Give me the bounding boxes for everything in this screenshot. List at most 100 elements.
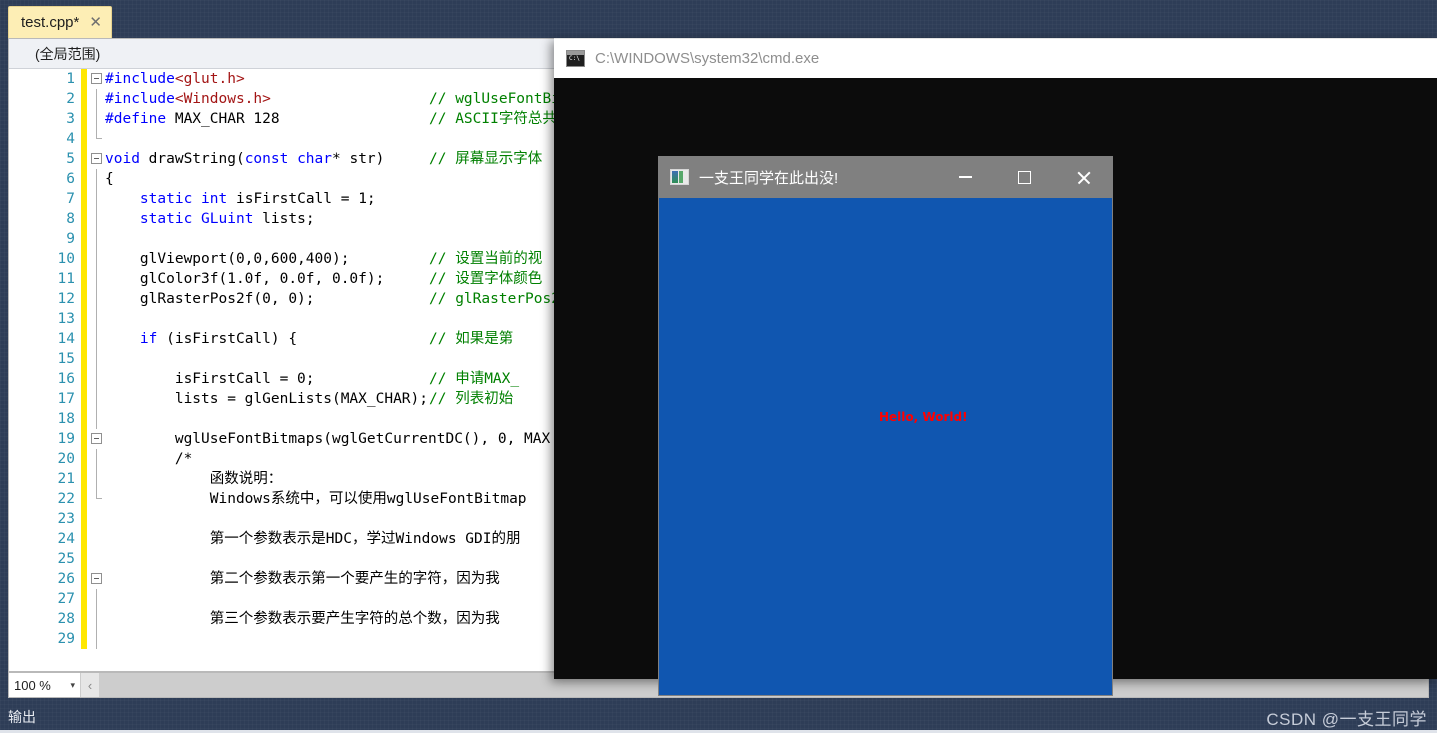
- fold-gutter: [89, 589, 105, 609]
- code-fold-line: [96, 289, 97, 309]
- line-number: 5: [66, 151, 75, 167]
- change-margin: [81, 209, 87, 229]
- code-comment: // 设置字体颜色: [429, 271, 543, 287]
- cmd-icon-glyph: C:\: [569, 55, 580, 62]
- close-icon[interactable]: ✕: [89, 15, 102, 30]
- fold-gutter: [89, 369, 105, 389]
- change-margin: [81, 629, 87, 649]
- hscroll-left-arrow-icon[interactable]: ‹: [81, 673, 99, 697]
- code-fold-line: [96, 209, 97, 229]
- code-fold-line: [96, 589, 97, 609]
- app-icon: [670, 169, 689, 185]
- collapse-toggle-icon[interactable]: [91, 573, 102, 584]
- collapse-toggle-icon[interactable]: [91, 153, 102, 164]
- code-fold-line-end: [96, 489, 102, 499]
- cmd-console-body[interactable]: 一支王同学在此出没! Hello, World!: [554, 78, 1437, 696]
- code-comment: // 如果是第: [429, 331, 514, 347]
- minimize-button[interactable]: [936, 156, 995, 198]
- code-text: #include<glut.h>: [105, 71, 245, 87]
- change-margin: [81, 149, 87, 169]
- fold-gutter: [89, 329, 105, 349]
- change-margin: [81, 129, 87, 149]
- change-margin: [81, 389, 87, 409]
- line-number: 2: [66, 91, 75, 107]
- glut-titlebar[interactable]: 一支王同学在此出没!: [658, 156, 1113, 198]
- code-fold-line: [96, 449, 97, 469]
- code-comment: // 设置当前的视: [429, 251, 543, 267]
- fold-gutter: [89, 289, 105, 309]
- line-number: 18: [57, 411, 75, 427]
- change-margin: [81, 309, 87, 329]
- fold-gutter: [89, 469, 105, 489]
- fold-gutter: [89, 209, 105, 229]
- maximize-button[interactable]: [995, 156, 1054, 198]
- fold-gutter: [89, 109, 105, 129]
- fold-gutter: [89, 549, 105, 569]
- code-text: lists = glGenLists(MAX_CHAR);: [105, 391, 429, 407]
- cmd-exe-window[interactable]: C:\ C:\WINDOWS\system32\cmd.exe 一支王同学在此出…: [554, 38, 1437, 696]
- line-number: 12: [57, 291, 75, 307]
- fold-gutter: [89, 509, 105, 529]
- code-fold-line: [96, 89, 97, 109]
- code-comment: // glRasterPos2: [429, 291, 560, 307]
- line-number: 9: [66, 231, 75, 247]
- line-number: 1: [66, 71, 75, 87]
- code-fold-line: [96, 109, 97, 129]
- change-margin: [81, 429, 87, 449]
- change-margin: [81, 189, 87, 209]
- fold-gutter: [89, 229, 105, 249]
- line-number: 15: [57, 351, 75, 367]
- change-margin: [81, 509, 87, 529]
- fold-gutter: [89, 609, 105, 629]
- code-fold-line-end: [96, 129, 102, 139]
- tab-test-cpp[interactable]: test.cpp* ✕: [8, 6, 112, 38]
- cmd-title-label: C:\WINDOWS\system32\cmd.exe: [595, 50, 820, 67]
- line-number: 29: [57, 631, 75, 647]
- opengl-hello-world-text: Hello, World!: [879, 410, 968, 424]
- fold-gutter: [89, 69, 105, 89]
- line-number: 25: [57, 551, 75, 567]
- csdn-watermark: CSDN @一支王同学: [1266, 710, 1427, 729]
- fold-gutter: [89, 529, 105, 549]
- code-text: Windows系统中，可以使用wglUseFontBitmap: [105, 491, 527, 507]
- code-fold-line: [96, 349, 97, 369]
- code-fold-line: [96, 469, 97, 489]
- code-text: {: [105, 171, 114, 187]
- close-button[interactable]: [1054, 156, 1113, 198]
- code-fold-line: [96, 409, 97, 429]
- opengl-canvas[interactable]: Hello, World!: [659, 198, 1112, 695]
- zoom-level-dropdown[interactable]: 100 % ▾: [9, 673, 81, 697]
- fold-gutter: [89, 429, 105, 449]
- tab-label: test.cpp*: [21, 14, 80, 31]
- line-number: 13: [57, 311, 75, 327]
- cmd-titlebar[interactable]: C:\ C:\WINDOWS\system32\cmd.exe: [554, 38, 1437, 78]
- line-number: 26: [57, 571, 75, 587]
- code-fold-line: [96, 629, 97, 649]
- fold-gutter: [89, 249, 105, 269]
- glut-opengl-window[interactable]: 一支王同学在此出没! Hello, World!: [658, 156, 1113, 696]
- fold-gutter: [89, 189, 105, 209]
- line-number: 20: [57, 451, 75, 467]
- code-text: #include<Windows.h>: [105, 91, 271, 107]
- line-number: 27: [57, 591, 75, 607]
- output-panel: 输出 CSDN @一支王同学: [0, 700, 1437, 733]
- collapse-toggle-icon[interactable]: [91, 73, 102, 84]
- fold-gutter: [89, 169, 105, 189]
- code-comment: // wglUseFontBi: [429, 91, 560, 107]
- line-number: 23: [57, 511, 75, 527]
- change-margin: [81, 529, 87, 549]
- chevron-down-icon[interactable]: ▾: [70, 680, 75, 691]
- collapse-toggle-icon[interactable]: [91, 433, 102, 444]
- glut-title-label: 一支王同学在此出没!: [699, 169, 839, 187]
- code-text: 第二个参数表示第一个要产生的字符，因为我: [105, 571, 500, 587]
- code-fold-line: [96, 309, 97, 329]
- code-comment: // 屏幕显示字体: [429, 151, 543, 167]
- code-fold-line: [96, 189, 97, 209]
- change-margin: [81, 289, 87, 309]
- change-margin: [81, 269, 87, 289]
- line-number: 7: [66, 191, 75, 207]
- change-margin: [81, 449, 87, 469]
- fold-gutter: [89, 449, 105, 469]
- window-controls: [936, 156, 1113, 198]
- change-margin: [81, 89, 87, 109]
